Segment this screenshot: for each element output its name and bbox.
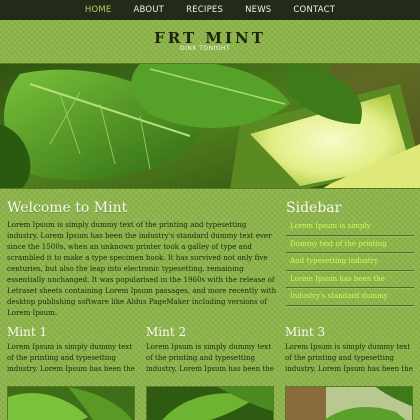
site-tagline: DINK TONIGHT [180,45,231,52]
column-thumbnail-image [146,386,274,420]
mint-column-3: Mint 3 Lorem Ipsum is simply dummy text … [285,325,413,420]
column-heading: Mint 1 [7,325,48,339]
sidebar: Sidebar Lorem Ipsum is simply Dummy text… [286,200,414,306]
column-heading: Mint 2 [146,325,187,339]
welcome-heading: Welcome to Mint [7,200,128,216]
column-text: Lorem Ipsum is simply dummy text of the … [146,343,274,373]
mint-column-2: Mint 2 Lorem Ipsum is simply dummy text … [146,325,274,420]
welcome-section: Welcome to Mint Lorem Ipsum is simply du… [7,200,279,318]
sidebar-item-5[interactable]: Industry's standard dummy [286,288,414,306]
column-text: Lorem Ipsum is simply dummy text of the … [7,343,135,373]
hero-banner-image [0,63,420,189]
nav-recipes-link[interactable]: RECIPES [177,0,232,20]
column-heading: Mint 3 [285,325,326,339]
sidebar-heading: Sidebar [286,200,342,216]
nav-news-link[interactable]: NEWS [236,0,280,20]
mint-column-1: Mint 1 Lorem Ipsum is simply dummy text … [7,325,135,420]
main-nav: HOME ABOUT RECIPES NEWS CONTACT [0,0,420,20]
welcome-text: Lorem Ipsum is simply dummy text of the … [7,220,277,317]
sidebar-item-3[interactable]: And typesetting industry [286,253,414,271]
nav-contact-link[interactable]: CONTACT [284,0,344,20]
column-thumbnail-image [7,386,135,420]
site-header: FRT MINT DINK TONIGHT [0,20,420,63]
nav-home-link[interactable]: HOME [76,0,121,20]
nav-about-link[interactable]: ABOUT [124,0,173,20]
mint-lime-photo [0,64,420,188]
sidebar-item-2[interactable]: Dummy text of the printing [286,236,414,253]
sidebar-list: Lorem Ipsum is simply Dummy text of the … [286,218,414,306]
sidebar-item-4[interactable]: Lorem Ipsum has been the [286,271,414,288]
column-text: Lorem Ipsum is simply dummy text of the … [285,343,413,373]
sidebar-item-1[interactable]: Lorem Ipsum is simply [286,218,414,236]
column-thumbnail-image [285,386,413,420]
